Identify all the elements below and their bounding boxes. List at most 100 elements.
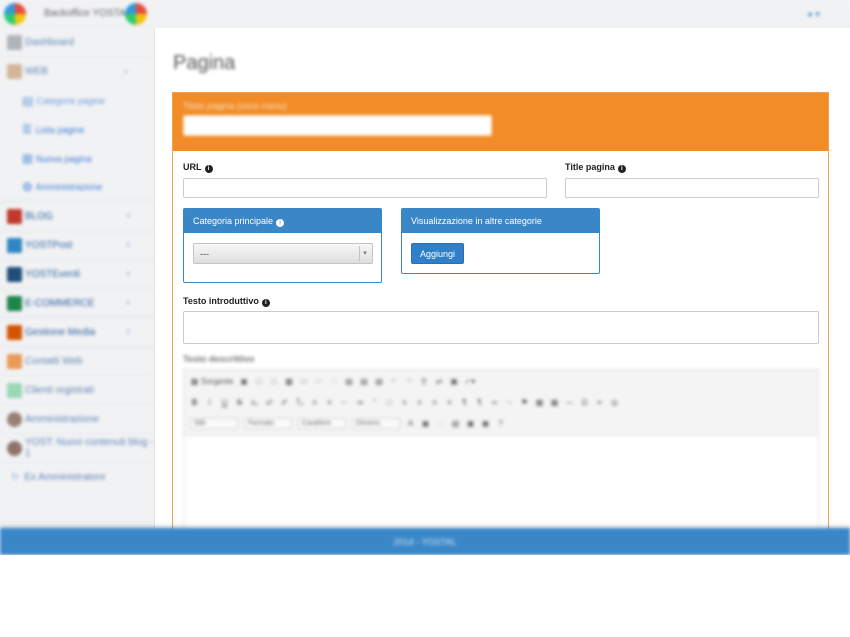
show-blocks-icon[interactable]: ▤	[451, 419, 460, 428]
save-icon[interactable]: ▣	[239, 377, 248, 386]
sidebar-item-dashboard[interactable]: Dashboard	[0, 28, 154, 57]
print-icon[interactable]: ▩	[284, 377, 293, 386]
paste-word-icon[interactable]: ▤	[374, 377, 383, 386]
sidebar-item-label: BLOG	[25, 210, 53, 222]
maximize-icon[interactable]: □	[436, 419, 445, 428]
help-icon[interactable]: ?	[496, 419, 505, 428]
bg-color-icon[interactable]: ▣	[421, 419, 430, 428]
templates-icon[interactable]: □	[299, 377, 308, 386]
link-icon[interactable]: ∞	[490, 398, 499, 407]
bold-icon[interactable]: B	[190, 398, 199, 407]
sidebar-subitem-amministrazione[interactable]: ⚙ Amministrazione	[0, 173, 154, 202]
table-icon[interactable]: ▦	[550, 398, 559, 407]
underline-icon[interactable]: U	[220, 398, 229, 407]
anchor-icon[interactable]: ⚑	[520, 398, 529, 407]
footer-text: 2014 - YOSTAL	[393, 537, 457, 547]
info-icon[interactable]: i	[261, 299, 270, 307]
bulleted-list-icon[interactable]: ≡	[325, 398, 334, 407]
blog-icon	[7, 208, 22, 224]
sidebar-subitem-lista-pagine[interactable]: ☰ Lista pagine	[0, 115, 154, 144]
rich-text-area[interactable]	[183, 437, 819, 537]
brand-logo-icon[interactable]	[4, 3, 26, 25]
strike-icon[interactable]: S	[235, 398, 244, 407]
chevron-left-icon: ‹	[126, 210, 130, 221]
title-pagina-input[interactable]	[565, 178, 819, 198]
sidebar-item-ecommerce[interactable]: E-COMMERCE ‹	[0, 289, 154, 318]
sidebar-item-contatti-web[interactable]: Contatti Web	[0, 347, 154, 376]
italic-icon[interactable]: I	[205, 398, 214, 407]
sidebar-item-ex-amministratore[interactable]: ↻ Ex Amministratore	[0, 463, 154, 492]
blockquote-icon[interactable]: “	[370, 398, 379, 407]
sidebar-item-amministrazione[interactable]: Amministrazione	[0, 405, 154, 434]
spellcheck-icon[interactable]: ✓▾	[464, 377, 475, 386]
add-category-button[interactable]: Aggiungi	[411, 243, 465, 264]
sidebar-subitem-label: Categorie pagine	[36, 95, 105, 106]
unlink-icon[interactable]: ∞	[505, 398, 514, 407]
footer: 2014 - YOSTAL	[0, 528, 850, 555]
copy-icon[interactable]: □	[329, 377, 338, 386]
find-icon[interactable]: ⚲	[419, 377, 428, 386]
size-dropdown[interactable]: Dimens.	[352, 418, 400, 429]
align-right-icon[interactable]: ≡	[430, 398, 439, 407]
sidebar-item-blog[interactable]: BLOG ‹	[0, 202, 154, 231]
brand-title: Backoffice YOSTAL	[44, 8, 132, 19]
undo-icon[interactable]: ↶	[389, 377, 398, 386]
category-select[interactable]: --- ▾	[193, 243, 373, 264]
sidebar-subitem-categorie-pagine[interactable]: ▤ Categorie pagine	[0, 86, 154, 115]
chevron-left-icon: ‹	[126, 268, 130, 279]
align-center-icon[interactable]: ≡	[415, 398, 424, 407]
sidebar-item-nuovi-contenuti[interactable]: YOST: Nuovi contenuti blog - 1	[0, 434, 154, 463]
page-title-input[interactable]	[183, 115, 492, 136]
paste-icon[interactable]: ▤	[344, 377, 353, 386]
info-icon[interactable]: i	[204, 165, 213, 173]
superscript-icon[interactable]: x²	[265, 398, 274, 407]
special-char-icon[interactable]: Ω	[580, 398, 589, 407]
redo-icon[interactable]: ↷	[404, 377, 413, 386]
remove-format-icon[interactable]: Tₓ	[295, 398, 304, 407]
source-button[interactable]: Sorgente	[201, 377, 233, 386]
top-bar: Backoffice YOSTAL ● ▾	[0, 0, 850, 28]
text-color-icon[interactable]: A	[406, 419, 415, 428]
sidebar-subitem-nuova-pagina[interactable]: ⊞ Nuova pagina	[0, 144, 154, 173]
select-all-icon[interactable]: ▣	[449, 377, 458, 386]
grid-icon	[7, 237, 22, 253]
justify-icon[interactable]: ≡	[445, 398, 454, 407]
copy-format-icon[interactable]: ✐	[280, 398, 289, 407]
sidebar-item-gestione-media[interactable]: Gestione Media ‹	[0, 318, 154, 347]
info-icon[interactable]: i	[617, 165, 626, 173]
sidebar-item-web[interactable]: WEB ⌄	[0, 57, 154, 86]
template-icon[interactable]: ▣	[466, 419, 475, 428]
format-dropdown[interactable]: Formato	[244, 418, 292, 429]
intro-textarea[interactable]	[183, 311, 819, 344]
indent-icon[interactable]: ⇥	[355, 398, 364, 407]
numbered-list-icon[interactable]: ≡	[310, 398, 319, 407]
horizontal-line-icon[interactable]: ―	[565, 398, 574, 407]
source-icon[interactable]: ▦	[190, 377, 199, 386]
paste-text-icon[interactable]: ▤	[359, 377, 368, 386]
widget-icon[interactable]: ▣	[481, 419, 490, 428]
styles-dropdown[interactable]: Stili	[190, 418, 238, 429]
outdent-icon[interactable]: ⇤	[340, 398, 349, 407]
cut-icon[interactable]: ✂	[314, 377, 323, 386]
iframe-icon[interactable]: ◎	[610, 398, 619, 407]
replace-icon[interactable]: ⇄	[434, 377, 443, 386]
image-icon[interactable]: ▦	[535, 398, 544, 407]
url-input[interactable]	[183, 178, 547, 198]
page-break-icon[interactable]: ≡	[595, 398, 604, 407]
new-page-icon[interactable]: □	[254, 377, 263, 386]
main-content: Pagina Titolo pagina (voce menu) URL i Ti…	[155, 28, 850, 552]
sidebar-item-label: Ex Amministratore	[24, 472, 106, 483]
sidebar-item-label: Clienti registrati	[25, 384, 94, 396]
ltr-icon[interactable]: ¶	[460, 398, 469, 407]
subscript-icon[interactable]: x₂	[250, 398, 259, 407]
sidebar-item-yostpost[interactable]: YOSTPost ‹	[0, 231, 154, 260]
font-dropdown[interactable]: Carattere	[298, 418, 346, 429]
info-icon[interactable]: i	[276, 219, 285, 227]
rtl-icon[interactable]: ¶	[475, 398, 484, 407]
sidebar-item-yosteventi[interactable]: YOSTEventi ‹	[0, 260, 154, 289]
align-left-icon[interactable]: ≡	[400, 398, 409, 407]
div-icon[interactable]: □	[385, 398, 394, 407]
user-menu-toggle[interactable]: ● ▾	[808, 9, 820, 20]
sidebar-item-clienti-registrati[interactable]: Clienti registrati	[0, 376, 154, 405]
preview-icon[interactable]: □	[269, 377, 278, 386]
